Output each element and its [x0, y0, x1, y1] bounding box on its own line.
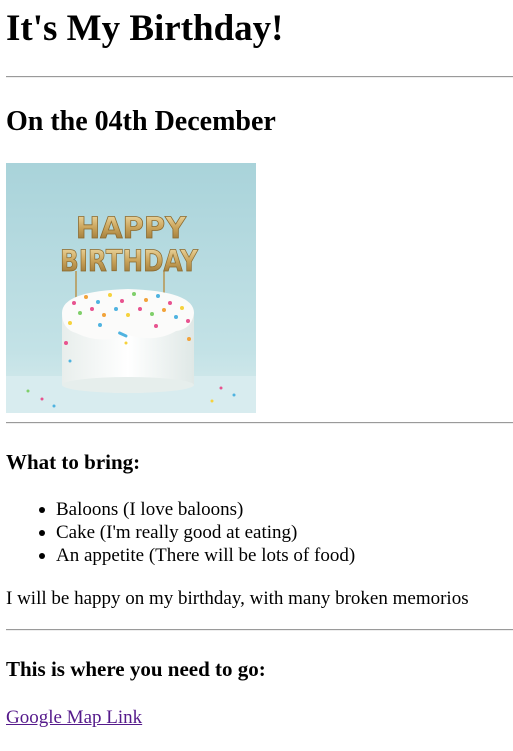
divider	[6, 76, 513, 78]
google-map-link[interactable]: Google Map Link	[6, 706, 142, 729]
date-heading: On the 04th December	[6, 106, 276, 137]
location-heading: This is where you need to go:	[6, 657, 266, 681]
page-title: It's My Birthday!	[6, 8, 284, 49]
birthday-cake-image: HAPPY BIRTHDAY	[6, 163, 256, 413]
svg-text:HAPPY: HAPPY	[76, 211, 187, 245]
svg-text:BIRTHDAY: BIRTHDAY	[60, 244, 199, 278]
bring-heading: What to bring:	[6, 450, 141, 474]
birthday-note: I will be happy on my birthday, with man…	[6, 588, 469, 609]
list-item: An appetite (There will be lots of food)	[38, 545, 356, 566]
divider	[6, 629, 513, 631]
list-item: Cake (I'm really good at eating)	[38, 521, 355, 544]
list-item: Baloons (I love baloons)	[38, 498, 355, 521]
bring-list: Baloons (I love baloons) Cake (I'm reall…	[6, 498, 355, 567]
divider	[6, 422, 513, 424]
